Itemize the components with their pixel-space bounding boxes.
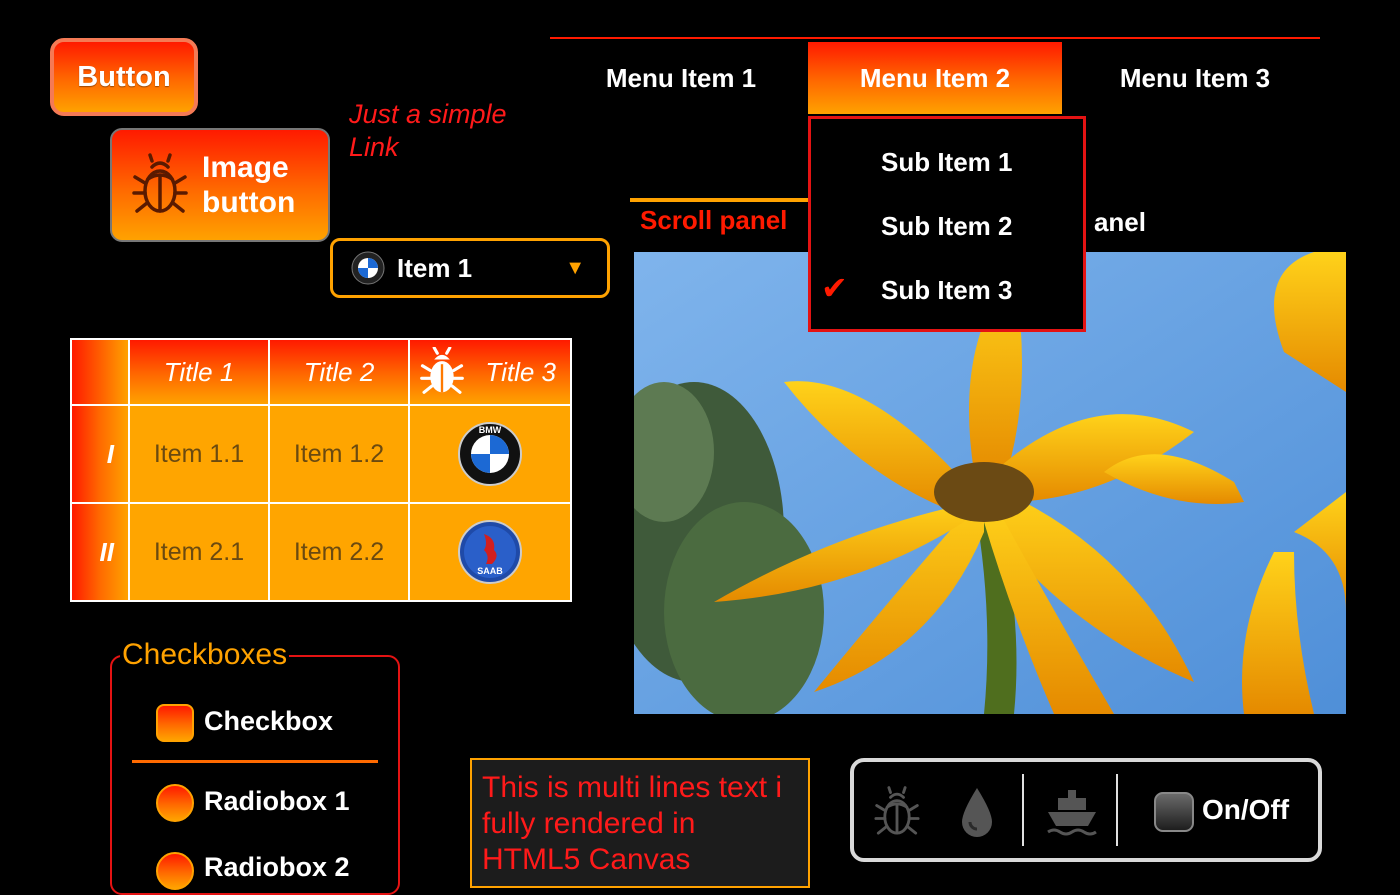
item-combobox[interactable]: Item 1 ▼ — [330, 238, 610, 298]
on-off-toggle[interactable] — [1154, 792, 1194, 832]
bmw-logo-icon — [351, 251, 385, 285]
bmw-logo-icon: BMW — [458, 422, 522, 486]
menu-item-2[interactable]: Menu Item 2 — [808, 42, 1062, 114]
table-corner — [70, 338, 130, 406]
image-button[interactable]: Image button — [110, 128, 330, 242]
chevron-down-icon[interactable]: ▼ — [565, 257, 585, 280]
button[interactable]: Button — [50, 38, 198, 116]
tab-scroll-panel[interactable]: Scroll panel — [640, 205, 787, 236]
radiobox-2[interactable] — [156, 852, 194, 890]
table-cell[interactable]: BMW — [410, 406, 572, 504]
drop-icon[interactable] — [960, 786, 994, 838]
table-cell[interactable]: Item 2.1 — [130, 504, 270, 602]
table-cell[interactable]: Item 1.1 — [130, 406, 270, 504]
data-table: Title 1 Title 2 Title 3 I Item 1.1 Item … — [70, 338, 572, 602]
menu-item-3[interactable]: Menu Item 3 — [1068, 42, 1322, 114]
menu-bar-border — [550, 37, 1320, 39]
ship-icon[interactable] — [1046, 788, 1098, 838]
checkmark-icon: ✔ — [821, 270, 848, 306]
checkbox-separator — [132, 760, 378, 763]
bug-icon — [420, 347, 464, 394]
image-button-label: Image button — [202, 151, 296, 219]
bug-icon[interactable] — [874, 786, 920, 838]
submenu-dropdown: Sub Item 1 Sub Item 2 ✔ Sub Item 3 — [808, 116, 1086, 332]
button-label: Button — [77, 60, 171, 93]
bug-icon — [132, 153, 188, 213]
submenu-item-2[interactable]: Sub Item 2 — [881, 211, 1012, 242]
checkbox-label[interactable]: Checkbox — [204, 706, 333, 737]
simple-link[interactable]: Just a simple Link — [349, 98, 549, 164]
table-row-header[interactable]: II — [70, 504, 130, 602]
saab-logo-text: SAAB — [477, 566, 503, 576]
bmw-logo-text: BMW — [479, 425, 502, 435]
radiobox-1-label[interactable]: Radiobox 1 — [204, 786, 350, 817]
table-cell[interactable]: SAAB — [410, 504, 572, 602]
radiobox-2-label[interactable]: Radiobox 2 — [204, 852, 350, 883]
toolbar-separator — [1116, 774, 1118, 846]
toolbar-separator — [1022, 774, 1024, 846]
table-cell[interactable]: Item 2.2 — [270, 504, 410, 602]
table-header-title-3[interactable]: Title 3 — [410, 338, 572, 406]
submenu-item-1[interactable]: Sub Item 1 — [881, 147, 1012, 178]
checkboxes-group-title: Checkboxes — [120, 638, 290, 672]
checkbox[interactable] — [156, 704, 194, 742]
tab-active-indicator — [630, 198, 810, 202]
radiobox-1[interactable] — [156, 784, 194, 822]
toolbar: On/Off — [850, 758, 1322, 862]
multiline-text-area[interactable]: This is multi lines text i fully rendere… — [470, 758, 810, 888]
menu-item-1[interactable]: Menu Item 1 — [554, 42, 808, 114]
on-off-toggle-label[interactable]: On/Off — [1202, 794, 1289, 826]
table-cell[interactable]: Item 1.2 — [270, 406, 410, 504]
submenu-item-3[interactable]: Sub Item 3 — [881, 275, 1012, 306]
combobox-value: Item 1 — [397, 252, 473, 283]
table-header-title-2[interactable]: Title 2 — [270, 338, 410, 406]
saab-logo-icon: SAAB — [458, 520, 522, 584]
table-row-header[interactable]: I — [70, 406, 130, 504]
table-header-title-1[interactable]: Title 1 — [130, 338, 270, 406]
